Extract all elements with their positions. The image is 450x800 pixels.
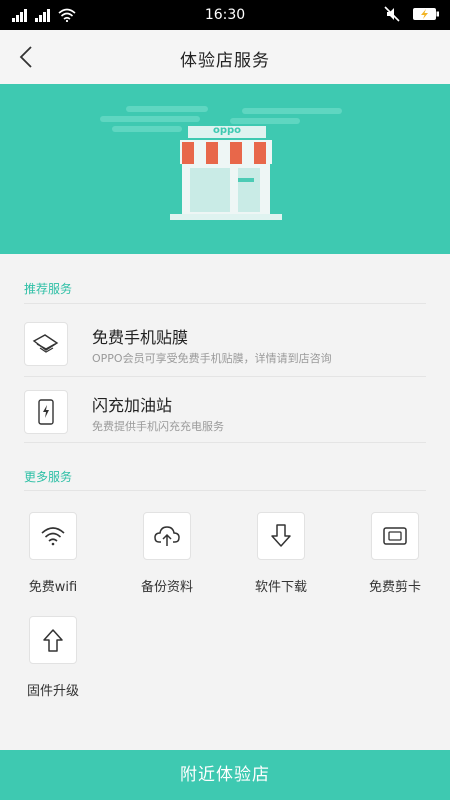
phone-charge-icon — [24, 390, 68, 434]
store-illustration — [100, 106, 342, 220]
service-desc: 免费提供手机闪充充电服务 — [92, 420, 224, 433]
services-content: 推荐服务 免费手机贴膜 OPPO会员可享受免费手机贴膜，详情请到店咨询 闪充加油… — [0, 254, 450, 750]
section-label-more: 更多服务 — [24, 470, 73, 484]
service-free-film[interactable]: 免费手机贴膜 OPPO会员可享受免费手机贴膜，详情请到店咨询 — [24, 316, 426, 380]
grid-item-backup[interactable]: 备份资料 — [122, 512, 212, 602]
store-sign-text: oppo — [212, 125, 242, 136]
service-title: 闪充加油站 — [92, 396, 173, 415]
status-bar: 16:30 — [0, 0, 450, 30]
grid-label: 免费wifi — [28, 580, 78, 595]
upgrade-icon — [29, 616, 77, 664]
nearby-stores-button[interactable]: 附近体验店 — [0, 750, 450, 800]
divider — [24, 303, 426, 304]
grid-item-software-download[interactable]: 软件下载 — [236, 512, 326, 602]
grid-label: 固件升级 — [26, 684, 79, 699]
sim-card-icon — [371, 512, 419, 560]
service-flash-charge[interactable]: 闪充加油站 免费提供手机闪充充电服务 — [24, 384, 426, 448]
divider — [24, 376, 426, 377]
grid-label: 软件下载 — [254, 580, 307, 595]
cloud-upload-icon — [143, 512, 191, 560]
page-title: 体验店服务 — [180, 51, 270, 71]
store-banner: oppo — [0, 84, 450, 254]
wifi-icon — [29, 512, 77, 560]
mute-icon — [384, 6, 400, 22]
grid-label: 免费剪卡 — [368, 580, 421, 595]
section-label-recommended: 推荐服务 — [24, 282, 73, 296]
service-desc: OPPO会员可享受免费手机贴膜，详情请到店咨询 — [92, 352, 332, 365]
service-title: 免费手机贴膜 — [92, 328, 189, 347]
header: 体验店服务 — [0, 30, 450, 84]
divider — [24, 442, 426, 443]
phone-film-icon — [24, 322, 68, 366]
grid-item-firmware-upgrade[interactable]: 固件升级 — [8, 616, 98, 706]
download-icon — [257, 512, 305, 560]
grid-item-sim-cut[interactable]: 免费剪卡 — [350, 512, 440, 602]
battery-charging-icon — [413, 8, 439, 20]
grid-item-wifi[interactable]: 免费wifi — [8, 512, 98, 602]
grid-label: 备份资料 — [140, 580, 193, 595]
status-time: 16:30 — [204, 7, 246, 23]
divider — [24, 490, 426, 491]
